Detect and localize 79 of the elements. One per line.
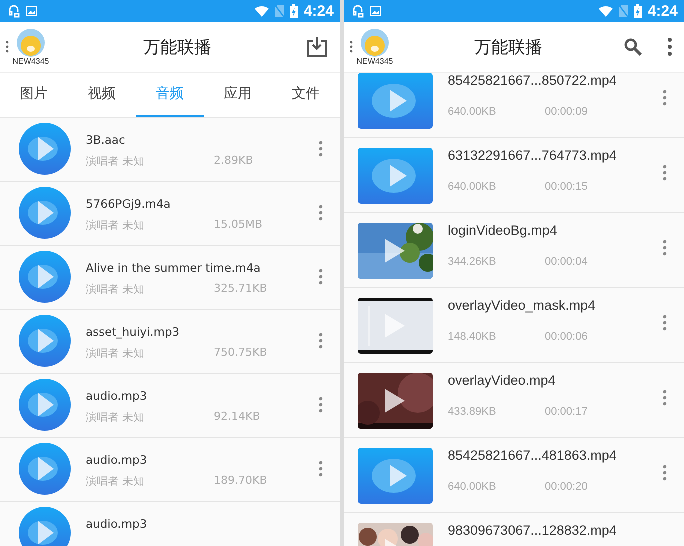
- file-size: 640.00KB: [448, 481, 498, 493]
- file-size: 344.26KB: [448, 256, 498, 268]
- wifi-icon: [254, 6, 269, 16]
- more-icon[interactable]: [663, 465, 667, 481]
- more-icon[interactable]: [319, 397, 323, 413]
- file-size: 325.71KB: [214, 282, 268, 297]
- app-title: 万能联播: [474, 36, 544, 58]
- status-time: 4:24: [304, 2, 334, 20]
- username: NEW4345: [356, 56, 394, 66]
- status-time: 4:24: [648, 2, 678, 20]
- file-name: 85425821667...481863.mp4: [448, 448, 618, 463]
- image-icon: [370, 6, 381, 16]
- more-icon[interactable]: [319, 269, 323, 285]
- image-icon: [26, 6, 37, 16]
- file-size: 92.14KB: [214, 410, 260, 425]
- file-size: 15.05MB: [214, 218, 263, 233]
- more-icon[interactable]: [668, 38, 672, 56]
- more-icon[interactable]: [663, 390, 667, 406]
- file-name: audio.mp3: [86, 517, 148, 531]
- headset-icon: [8, 4, 20, 18]
- file-name: overlayVideo_mask.mp4: [448, 298, 597, 313]
- duration: 00:00:17: [545, 406, 588, 418]
- artist: 演唱者 未知: [86, 282, 146, 297]
- duration: 00:00:20: [545, 481, 588, 493]
- file-size: 2.89KB: [214, 154, 254, 169]
- duration: 00:00:09: [545, 106, 588, 118]
- tab[interactable]: 文件: [272, 73, 340, 117]
- file-size: 750.75KB: [214, 346, 268, 361]
- more-icon[interactable]: [319, 141, 323, 157]
- artist: 演唱者 未知: [86, 474, 146, 489]
- file-name: loginVideoBg.mp4: [448, 223, 558, 238]
- menu-icon[interactable]: [6, 41, 9, 53]
- play-thumbnail-icon[interactable]: [358, 148, 433, 204]
- duration: 00:00:06: [545, 331, 588, 343]
- play-thumbnail-icon[interactable]: [358, 73, 433, 129]
- artist: 演唱者 未知: [86, 154, 146, 169]
- battery-icon: [290, 4, 298, 18]
- more-icon[interactable]: [319, 461, 323, 477]
- username: NEW4345: [12, 56, 50, 66]
- file-size: 640.00KB: [448, 106, 498, 118]
- more-icon[interactable]: [319, 205, 323, 221]
- file-name: audio.mp3: [86, 389, 148, 403]
- play-icon[interactable]: [383, 387, 407, 415]
- duration: 00:00:04: [545, 256, 588, 268]
- duration: 00:00:15: [545, 181, 588, 193]
- headset-icon: [352, 4, 364, 18]
- file-size: 433.89KB: [448, 406, 498, 418]
- file-name: 63132291667...764773.mp4: [448, 148, 618, 163]
- download-icon[interactable]: [306, 37, 328, 57]
- more-icon[interactable]: [319, 333, 323, 349]
- more-icon[interactable]: [663, 315, 667, 331]
- file-name: asset_huiyi.mp3: [86, 325, 181, 339]
- sim-icon: [618, 5, 628, 17]
- battery-icon: [634, 4, 642, 18]
- file-name: 3B.aac: [86, 133, 126, 147]
- sim-icon: [274, 5, 284, 17]
- file-name: overlayVideo.mp4: [448, 373, 557, 388]
- search-icon[interactable]: [624, 38, 642, 56]
- file-name: Alive in the summer time.m4a: [86, 261, 262, 275]
- file-size: 189.70KB: [214, 474, 268, 489]
- more-icon[interactable]: [663, 240, 667, 256]
- tab[interactable]: 图片: [0, 73, 68, 117]
- artist: 演唱者 未知: [86, 218, 146, 233]
- more-icon[interactable]: [663, 165, 667, 181]
- file-name: 85425821667...850722.mp4: [448, 73, 618, 88]
- tab[interactable]: 视频: [68, 73, 136, 117]
- artist: 演唱者 未知: [86, 346, 146, 361]
- file-size: 640.00KB: [448, 181, 498, 193]
- tab[interactable]: 应用: [204, 73, 272, 117]
- menu-icon[interactable]: [350, 41, 353, 53]
- file-name: 5766PGj9.m4a: [86, 197, 172, 211]
- wifi-icon: [598, 6, 613, 16]
- artist: 演唱者 未知: [86, 410, 146, 425]
- file-size: 148.40KB: [448, 331, 498, 343]
- play-thumbnail-icon[interactable]: [358, 448, 433, 504]
- more-icon[interactable]: [663, 90, 667, 106]
- app-title: 万能联播: [142, 36, 212, 58]
- file-name: audio.mp3: [86, 453, 148, 467]
- file-name: 98309673067...128832.mp4: [448, 523, 618, 538]
